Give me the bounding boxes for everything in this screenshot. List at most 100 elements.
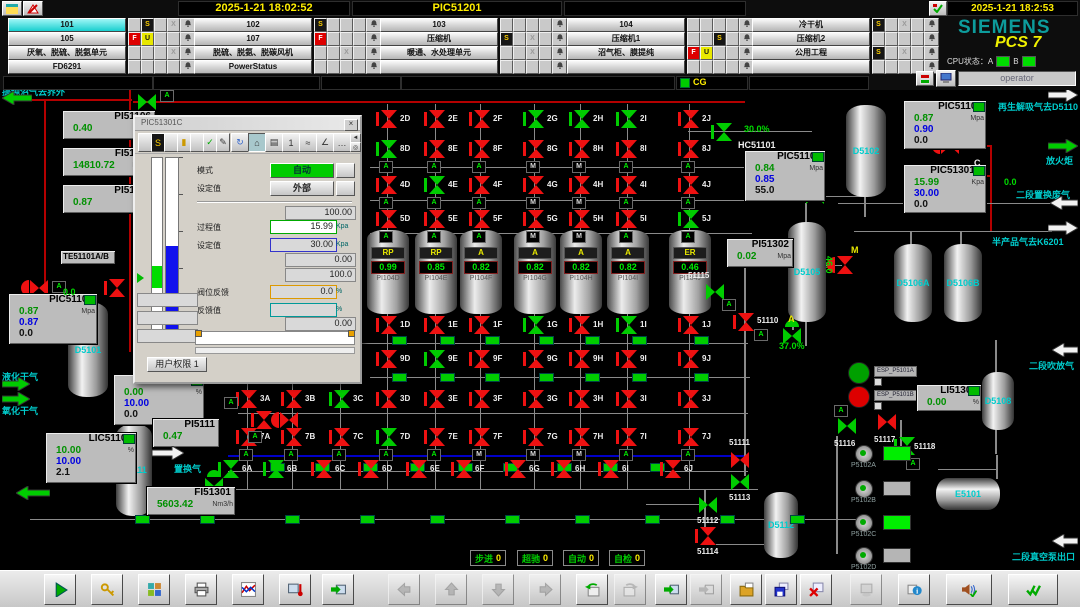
valve-5G[interactable]	[527, 210, 545, 228]
screen-next-button[interactable]	[690, 574, 722, 605]
nav-button-压缩机[interactable]: 压缩机	[380, 32, 498, 46]
valve-7J[interactable]	[682, 428, 700, 446]
undo-button[interactable]	[576, 574, 608, 605]
nav-button-col3-row3[interactable]	[567, 60, 685, 74]
nav-button-107[interactable]: 107	[194, 32, 312, 46]
ack-all-button[interactable]	[1008, 574, 1058, 605]
nav-button-col2-row3[interactable]	[380, 60, 498, 74]
valve-51113[interactable]	[731, 473, 749, 491]
valve-6A[interactable]	[222, 460, 240, 478]
fp-tool-spare-icon[interactable]	[138, 133, 152, 152]
valve-7D[interactable]	[380, 428, 398, 446]
valve-6C[interactable]	[315, 460, 333, 478]
valve-5F[interactable]	[473, 210, 491, 228]
valve-7B[interactable]	[285, 428, 303, 446]
close-icon[interactable]: ×	[344, 119, 358, 131]
fp-tool-home-icon[interactable]: ⌂	[248, 133, 266, 152]
pump-P5102D[interactable]	[855, 547, 873, 565]
valve-1J[interactable]	[682, 316, 700, 334]
trend-button[interactable]	[232, 574, 264, 605]
valve-9F[interactable]	[473, 350, 491, 368]
valve[interactable]	[836, 256, 854, 274]
instrument-PIC51104[interactable]: PIC511040.870.900.0Mpa	[903, 100, 987, 150]
instrument-TE51101AB[interactable]: TE51101A/B	[60, 250, 116, 265]
valve-6G[interactable]	[509, 460, 527, 478]
range-high-field[interactable]: 100.00	[285, 206, 356, 220]
pump-checkbox[interactable]	[874, 378, 882, 386]
instrument-PI51302[interactable]: PI513020.02Mpa	[726, 238, 794, 268]
fp-tool-ramp-icon[interactable]: ∠	[316, 133, 334, 152]
fp-tool-s-icon[interactable]: S	[151, 133, 165, 152]
valve-6D[interactable]	[362, 460, 380, 478]
valve-7C[interactable]	[333, 428, 351, 446]
report-button[interactable]	[185, 574, 217, 605]
valve-5I[interactable]	[620, 210, 638, 228]
alarm-bell-icon[interactable]	[924, 46, 939, 60]
valve-6J[interactable]	[664, 460, 682, 478]
nav-button-PowerStatus[interactable]: PowerStatus	[194, 60, 312, 74]
output-low-field[interactable]: 0.00	[285, 317, 356, 331]
valve-1D[interactable]	[380, 316, 398, 334]
valve-7F[interactable]	[473, 428, 491, 446]
workstation-icon[interactable]	[936, 70, 956, 87]
pump-P5102A[interactable]	[855, 445, 873, 463]
pump-P5102C[interactable]	[855, 514, 873, 532]
nav-button-脱硫、脱氨、脱碳风机[interactable]: 脱硫、脱氨、脱碳风机	[194, 46, 312, 60]
operator-button[interactable]: operator	[958, 71, 1076, 86]
window-icon[interactable]	[2, 1, 22, 16]
valve-3F[interactable]	[473, 390, 491, 408]
instrument-PI5111[interactable]: PI51110.47	[152, 418, 220, 448]
alarm-bell-icon[interactable]	[552, 32, 567, 46]
valve-7G[interactable]	[527, 428, 545, 446]
valve-6I[interactable]	[602, 460, 620, 478]
instrument-PIC51301C[interactable]: PIC51301C15.9930.000.0Kpa	[903, 164, 987, 214]
valve-51110[interactable]	[737, 313, 755, 331]
save-button[interactable]	[765, 574, 797, 605]
overview-button[interactable]	[138, 574, 170, 605]
setpoint-mode-button[interactable]: 外部	[270, 181, 334, 196]
valve-9J[interactable]	[682, 350, 700, 368]
fp-tool-trend-icon[interactable]: ≈	[299, 133, 317, 152]
valve-5H[interactable]	[573, 210, 591, 228]
ack-check-icon[interactable]	[929, 1, 947, 16]
valve-1E[interactable]	[428, 316, 446, 334]
valve-3G[interactable]	[527, 390, 545, 408]
key-button[interactable]	[91, 574, 123, 605]
nav-button-压缩机1[interactable]: 压缩机1	[567, 32, 685, 46]
valve-6B[interactable]	[267, 460, 285, 478]
nav-button-暖通、水处理单元[interactable]: 暖通、水处理单元	[380, 46, 498, 60]
output-high-field[interactable]: 100.0	[285, 268, 356, 282]
valve-3D[interactable]	[380, 390, 398, 408]
valve-6H[interactable]	[555, 460, 573, 478]
nav-button-101[interactable]: 101	[8, 18, 126, 32]
valve[interactable]	[108, 279, 126, 297]
valve-3J[interactable]	[682, 390, 700, 408]
valve-1H[interactable]	[573, 316, 591, 334]
valve[interactable]	[138, 93, 156, 111]
run-button[interactable]	[44, 574, 76, 605]
valve-6E[interactable]	[410, 460, 428, 478]
valve-9H[interactable]	[573, 350, 591, 368]
valve-4I[interactable]	[620, 176, 638, 194]
valve-5D[interactable]	[380, 210, 398, 228]
valve-1G[interactable]	[527, 316, 545, 334]
valve-3C[interactable]	[333, 390, 351, 408]
valve-2F[interactable]	[473, 110, 491, 128]
setpoint-aux-button[interactable]	[336, 181, 355, 196]
valve-9D[interactable]	[380, 350, 398, 368]
valve-4J[interactable]	[682, 176, 700, 194]
valve-1F[interactable]	[473, 316, 491, 334]
nav-button-公用工程[interactable]: 公用工程	[752, 46, 870, 60]
valve-3A[interactable]	[240, 390, 258, 408]
valve[interactable]	[280, 411, 298, 429]
valve-2J[interactable]	[682, 110, 700, 128]
valve-9E[interactable]	[428, 350, 446, 368]
valve-5E[interactable]	[428, 210, 446, 228]
fp-tool-folder-icon[interactable]: ▮	[177, 133, 191, 152]
nav-button-102[interactable]: 102	[194, 18, 312, 32]
alarm-bell-icon[interactable]	[366, 18, 381, 32]
down-button[interactable]	[482, 574, 514, 605]
fp-tool-camera-icon[interactable]: ◎	[350, 142, 361, 152]
mode-button[interactable]: 自动	[270, 163, 334, 178]
valve-4D[interactable]	[380, 176, 398, 194]
